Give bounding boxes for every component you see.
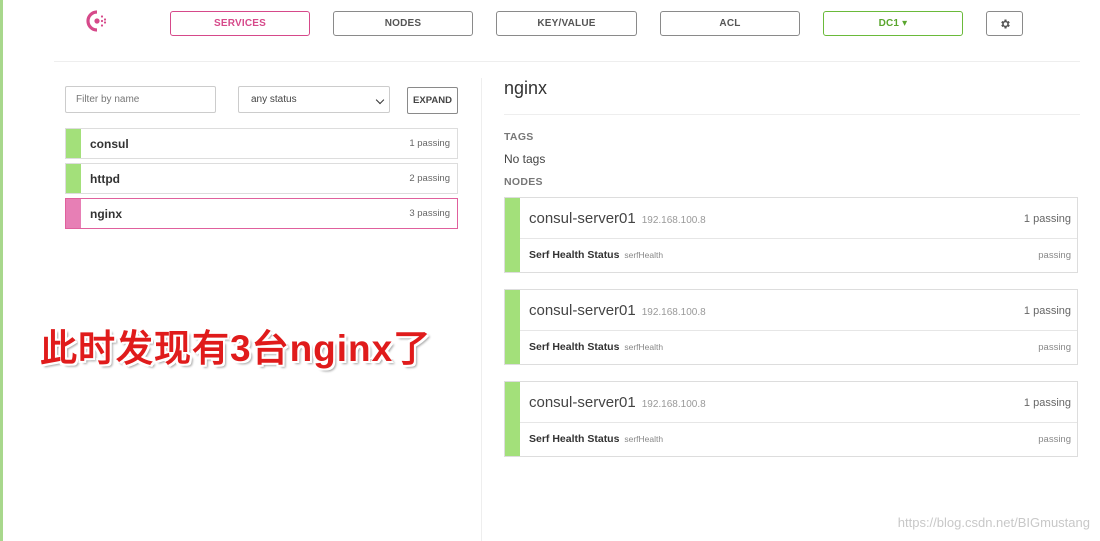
node-card: consul-server01 192.168.100.8 1 passing S… — [504, 289, 1078, 365]
check-name: Serf Health Status — [529, 433, 620, 445]
check-name-line: Serf Health Status serfHealth — [529, 433, 663, 445]
filter-by-name-input[interactable] — [65, 86, 216, 113]
health-status-bar — [66, 164, 81, 193]
check-id: serfHealth — [624, 342, 664, 352]
check-status: passing — [1038, 250, 1071, 261]
check-id: serfHealth — [624, 434, 664, 444]
tags-label: TAGS — [504, 131, 534, 143]
nav-keyvalue-button[interactable]: KEY/VALUE — [496, 11, 637, 36]
gear-icon — [1000, 19, 1010, 28]
service-name: consul — [90, 137, 129, 151]
nav-divider — [54, 61, 1080, 62]
nodes-label: NODES — [504, 176, 543, 188]
settings-button[interactable] — [986, 11, 1023, 36]
check-name-line: Serf Health Status serfHealth — [529, 341, 663, 353]
node-name-line: consul-server01 192.168.100.8 — [529, 394, 706, 411]
health-check-row[interactable]: Serf Health Status serfHealth passing — [520, 423, 1077, 457]
node-ip: 192.168.100.8 — [641, 215, 706, 226]
node-name: consul-server01 — [529, 394, 636, 411]
service-name: nginx — [90, 207, 122, 221]
node-card-header[interactable]: consul-server01 192.168.100.8 1 passing — [520, 198, 1077, 239]
check-status: passing — [1038, 434, 1071, 445]
node-card-header[interactable]: consul-server01 192.168.100.8 1 passing — [520, 290, 1077, 331]
service-check-count: 2 passing — [409, 173, 450, 184]
check-id: serfHealth — [624, 250, 664, 260]
top-nav: SERVICES NODES KEY/VALUE ACL DC1 ▾ — [0, 0, 1100, 50]
nav-services-button[interactable]: SERVICES — [170, 11, 310, 36]
consul-logo-icon[interactable] — [86, 10, 108, 32]
datacenter-dropdown[interactable]: DC1 ▾ — [823, 11, 963, 36]
node-name: consul-server01 — [529, 302, 636, 319]
service-name: httpd — [90, 172, 120, 186]
nav-acl-button[interactable]: ACL — [660, 11, 800, 36]
watermark-text: https://blog.csdn.net/BIGmustang — [897, 515, 1090, 530]
left-edge-strip — [0, 0, 3, 541]
node-name: consul-server01 — [529, 210, 636, 227]
check-status: passing — [1038, 342, 1071, 353]
service-check-count: 1 passing — [409, 138, 450, 149]
health-check-row[interactable]: Serf Health Status serfHealth passing — [520, 239, 1077, 273]
node-card: consul-server01 192.168.100.8 1 passing S… — [504, 381, 1078, 457]
nav-nodes-button[interactable]: NODES — [333, 11, 473, 36]
chevron-down-icon — [375, 95, 385, 105]
annotation-overlay-text: 此时发现有3台nginx了 — [40, 328, 432, 369]
health-status-bar — [66, 129, 81, 158]
check-name: Serf Health Status — [529, 341, 620, 353]
expand-button[interactable]: EXPAND — [407, 87, 458, 114]
health-check-row[interactable]: Serf Health Status serfHealth passing — [520, 331, 1077, 365]
service-row-consul[interactable]: consul 1 passing — [65, 128, 458, 159]
health-status-bar — [66, 199, 81, 228]
service-row-httpd[interactable]: httpd 2 passing — [65, 163, 458, 194]
service-check-count: 3 passing — [409, 208, 450, 219]
node-ip: 192.168.100.8 — [641, 399, 706, 410]
service-row-nginx[interactable]: nginx 3 passing — [65, 198, 458, 229]
node-check-count: 1 passing — [1023, 397, 1071, 409]
node-card: consul-server01 192.168.100.8 1 passing S… — [504, 197, 1078, 273]
tags-value: No tags — [504, 152, 546, 166]
panel-divider — [481, 78, 482, 541]
node-check-count: 1 passing — [1023, 305, 1071, 317]
node-name-line: consul-server01 192.168.100.8 — [529, 210, 706, 227]
health-status-bar — [505, 198, 520, 272]
health-status-bar — [505, 382, 520, 456]
status-filter-select[interactable]: any status — [238, 86, 390, 113]
node-name-line: consul-server01 192.168.100.8 — [529, 302, 706, 319]
service-detail-title: nginx — [504, 78, 548, 98]
title-divider — [504, 114, 1080, 115]
health-status-bar — [505, 290, 520, 364]
node-card-header[interactable]: consul-server01 192.168.100.8 1 passing — [520, 382, 1077, 423]
status-filter-value: any status — [251, 94, 297, 105]
check-name-line: Serf Health Status serfHealth — [529, 249, 663, 261]
node-check-count: 1 passing — [1023, 213, 1071, 225]
node-ip: 192.168.100.8 — [641, 307, 706, 318]
check-name: Serf Health Status — [529, 249, 620, 261]
